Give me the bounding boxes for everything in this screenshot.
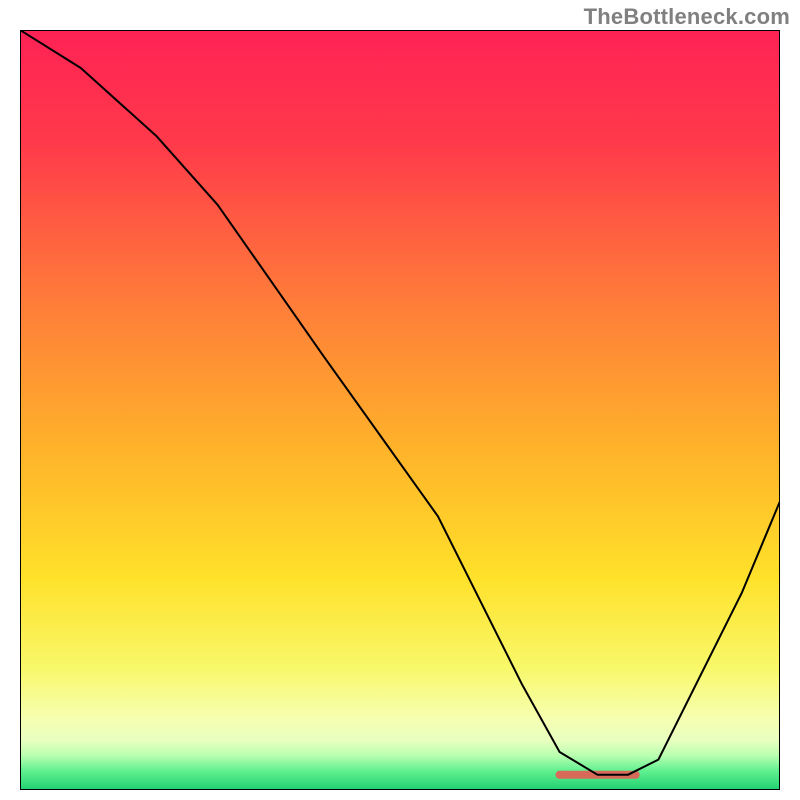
chart-background-gradient xyxy=(20,30,780,790)
chart-svg xyxy=(20,30,780,790)
chart-page: TheBottleneck.com xyxy=(0,0,800,800)
chart-plot xyxy=(20,30,780,790)
watermark-text: TheBottleneck.com xyxy=(584,4,790,30)
